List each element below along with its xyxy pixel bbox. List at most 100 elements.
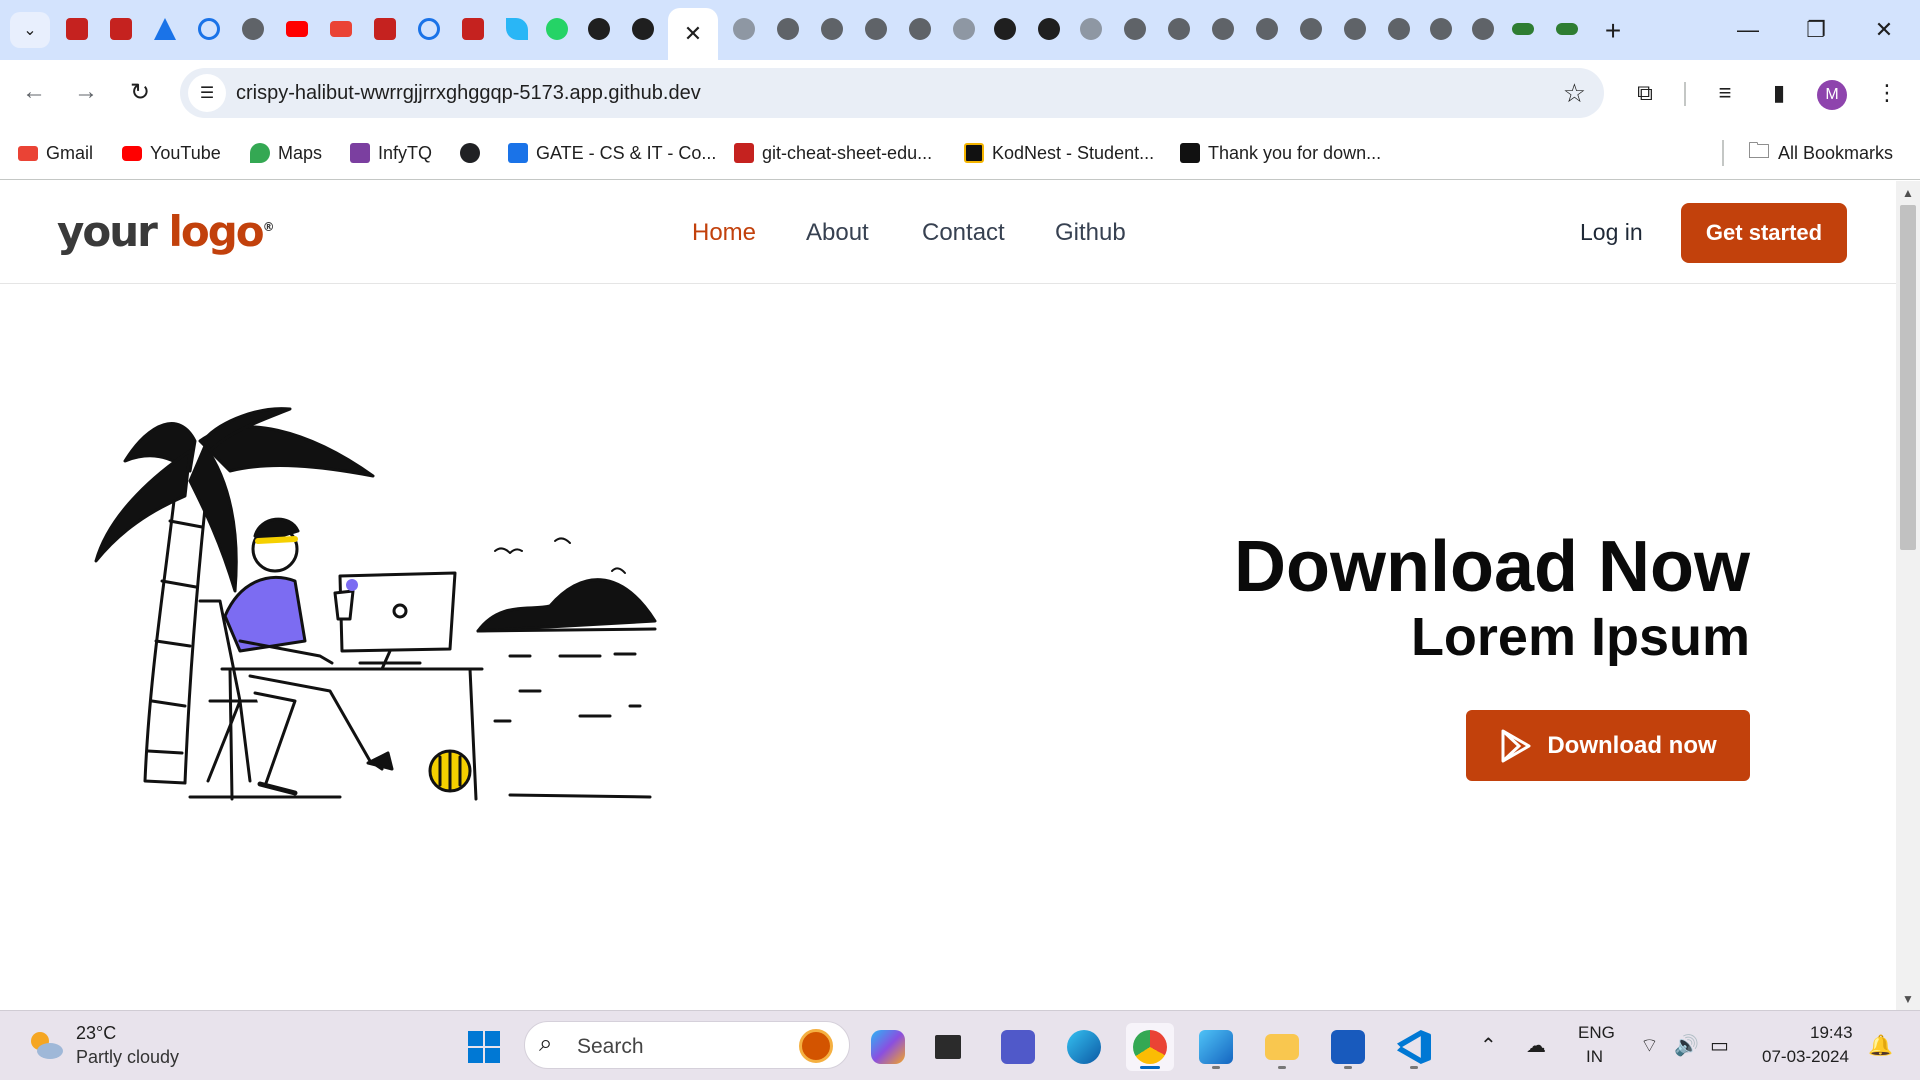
taskbar-chrome[interactable]: [1126, 1023, 1174, 1071]
language-indicator[interactable]: ENG: [1578, 1023, 1615, 1043]
tab-globe[interactable]: [1384, 14, 1414, 44]
taskbar-photos[interactable]: [1192, 1023, 1240, 1071]
tab-globe[interactable]: [1296, 14, 1326, 44]
taskbar-word[interactable]: [1324, 1023, 1372, 1071]
weather-temperature[interactable]: 23°C: [76, 1023, 116, 1044]
maps-pin-icon: [250, 143, 270, 163]
tab-globe[interactable]: [949, 14, 979, 44]
tab-pdf[interactable]: [62, 14, 92, 44]
weather-description[interactable]: Partly cloudy: [76, 1047, 179, 1068]
battery-icon[interactable]: ▭: [1710, 1033, 1729, 1058]
download-now-button[interactable]: Download now: [1466, 710, 1750, 781]
tab-globe[interactable]: [1468, 14, 1498, 44]
get-started-button[interactable]: Get started: [1681, 203, 1847, 263]
tab-globe[interactable]: [773, 14, 803, 44]
login-link[interactable]: Log in: [1580, 219, 1643, 246]
new-tab-button[interactable]: +: [1596, 14, 1630, 48]
tab-infinity[interactable]: [1508, 14, 1538, 44]
tab-globe[interactable]: [1120, 14, 1150, 44]
tab-globe[interactable]: [238, 14, 268, 44]
tab-pdf[interactable]: [458, 14, 488, 44]
taskbar-search[interactable]: ⌕ Search: [524, 1021, 850, 1069]
site-info-button[interactable]: ☰: [188, 74, 226, 112]
tab-github[interactable]: [584, 14, 614, 44]
bookmark-git-cheat-sheet[interactable]: git-cheat-sheet-edu...: [734, 138, 932, 168]
profile-avatar[interactable]: M: [1817, 80, 1847, 110]
tab-search-button[interactable]: ⌄: [10, 12, 50, 48]
chevron-up-icon[interactable]: ⌃: [1480, 1033, 1497, 1058]
tab-youtube[interactable]: [282, 14, 312, 44]
tab-power[interactable]: [194, 14, 224, 44]
all-bookmarks-button[interactable]: 🗀 All Bookmarks: [1748, 138, 1893, 168]
nav-about[interactable]: About: [806, 219, 869, 247]
bookmark-youtube[interactable]: YouTube: [122, 138, 221, 168]
tab-globe[interactable]: [1208, 14, 1238, 44]
restore-button[interactable]: ❐: [1786, 10, 1846, 50]
taskbar-file-explorer[interactable]: [1258, 1023, 1306, 1071]
bookmark-maps[interactable]: Maps: [250, 138, 322, 168]
nav-home[interactable]: Home: [692, 219, 756, 247]
notification-bell-icon[interactable]: 🔔: [1868, 1033, 1893, 1058]
taskbar-teams[interactable]: [994, 1023, 1042, 1071]
close-window-button[interactable]: ✕: [1854, 10, 1914, 50]
scrollbar-thumb[interactable]: [1900, 205, 1916, 550]
tab-globe[interactable]: [1252, 14, 1282, 44]
clock-date[interactable]: 07-03-2024: [1762, 1047, 1849, 1067]
tab-globe[interactable]: [1340, 14, 1370, 44]
taskbar-copilot[interactable]: [864, 1023, 912, 1071]
nav-contact[interactable]: Contact: [922, 219, 1005, 247]
forward-button[interactable]: →: [66, 72, 106, 112]
scroll-up-icon[interactable]: ▲: [1902, 186, 1914, 200]
partly-cloudy-icon[interactable]: [26, 1025, 66, 1065]
media-control-button[interactable]: ≡: [1706, 74, 1744, 112]
clock-time[interactable]: 19:43: [1810, 1023, 1853, 1043]
close-tab-icon[interactable]: ✕: [684, 21, 702, 47]
volume-icon[interactable]: 🔊: [1674, 1033, 1699, 1058]
site-logo[interactable]: your logo®: [57, 207, 275, 256]
tab-gmail[interactable]: [326, 14, 356, 44]
tab-github[interactable]: [1034, 14, 1064, 44]
tab-strip: ⌄ ✕ + — ❐ ✕: [0, 0, 1920, 60]
address-bar[interactable]: ☰ crispy-halibut-wwrrgjjrrxghggqp-5173.a…: [180, 68, 1604, 118]
tab-globe[interactable]: [817, 14, 847, 44]
wifi-icon[interactable]: ⌔: [1640, 1033, 1659, 1058]
nav-github[interactable]: Github: [1055, 219, 1126, 247]
tab-infinity[interactable]: [1552, 14, 1582, 44]
tab-power[interactable]: [414, 14, 444, 44]
tab-globe[interactable]: [729, 14, 759, 44]
tab-github[interactable]: [628, 14, 658, 44]
bookmark-kodnest[interactable]: KodNest - Student...: [964, 138, 1154, 168]
bookmark-globe[interactable]: [460, 138, 488, 168]
bookmark-gate[interactable]: GATE - CS & IT - Co...: [508, 138, 716, 168]
tab-pdf[interactable]: [106, 14, 136, 44]
extensions-button[interactable]: ⧉: [1626, 74, 1664, 112]
tab-whatsapp[interactable]: [542, 14, 572, 44]
taskbar-vscode[interactable]: [1390, 1023, 1438, 1071]
reload-button[interactable]: ↻: [120, 72, 160, 112]
back-button[interactable]: ←: [14, 72, 54, 112]
active-tab[interactable]: ✕: [668, 8, 718, 60]
tab-pdf[interactable]: [370, 14, 400, 44]
tab-globe[interactable]: [905, 14, 935, 44]
minimize-button[interactable]: —: [1718, 10, 1778, 50]
bookmark-infytq[interactable]: InfyTQ: [350, 138, 432, 168]
cloud-offline-icon[interactable]: ☁: [1526, 1033, 1546, 1058]
tab-globe[interactable]: [1426, 14, 1456, 44]
bookmark-gmail[interactable]: Gmail: [18, 138, 93, 168]
start-button[interactable]: [460, 1023, 508, 1071]
tab-globe[interactable]: [1076, 14, 1106, 44]
tab-globe[interactable]: [861, 14, 891, 44]
side-panel-button[interactable]: ▮: [1760, 74, 1798, 112]
tab-globe[interactable]: [1164, 14, 1194, 44]
bookmark-thank-you[interactable]: Thank you for down...: [1180, 138, 1381, 168]
tab-bird[interactable]: [502, 14, 532, 44]
tab-github[interactable]: [990, 14, 1020, 44]
menu-button[interactable]: ⋮: [1868, 74, 1906, 112]
region-indicator[interactable]: IN: [1586, 1047, 1603, 1067]
taskbar-task-view[interactable]: [924, 1023, 972, 1071]
scroll-down-icon[interactable]: ▼: [1902, 992, 1914, 1006]
taskbar-edge[interactable]: [1060, 1023, 1108, 1071]
url-text[interactable]: crispy-halibut-wwrrgjjrrxghggqp-5173.app…: [236, 82, 701, 105]
tab-app[interactable]: [150, 14, 180, 44]
bookmark-star-icon[interactable]: ☆: [1563, 78, 1586, 109]
